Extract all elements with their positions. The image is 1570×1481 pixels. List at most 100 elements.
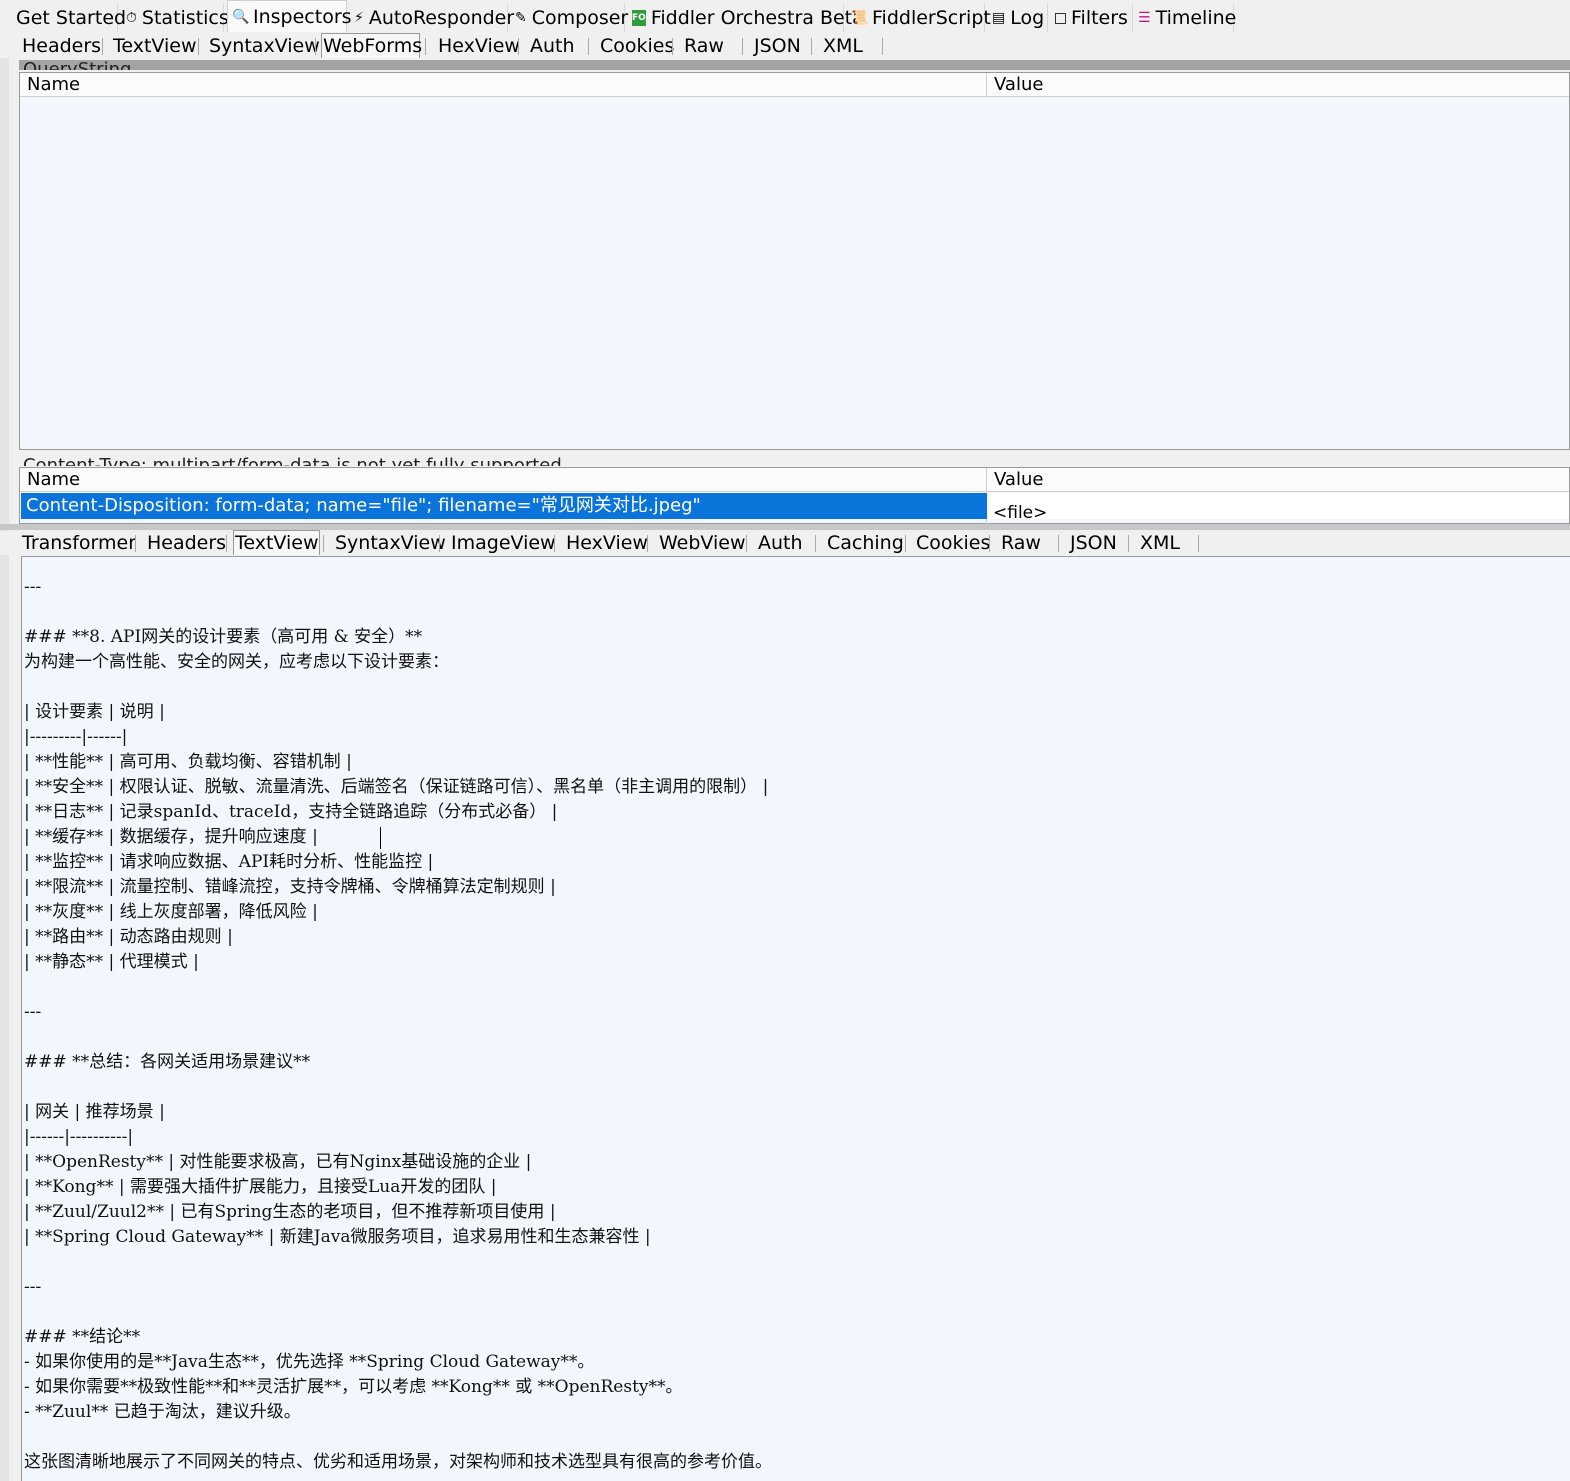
tab-separator	[811, 38, 812, 55]
req-tab-cookies[interactable]: Cookies	[599, 34, 674, 58]
resp-tab-headers[interactable]: Headers	[146, 531, 226, 555]
text-line: ### **8. API网关的设计要素（高可用 & 安全）**	[24, 627, 423, 647]
resp-tab-caching[interactable]: Caching	[826, 531, 904, 555]
grid-header: Name Value	[20, 73, 1569, 97]
tab-label: Inspectors	[253, 5, 352, 28]
tab-autoresponder[interactable]: ⚡ AutoResponder	[350, 4, 514, 32]
body-grid[interactable]: Name Value Content-Disposition: form-dat…	[19, 467, 1570, 524]
response-inspector-tabs: Transformer Headers TextView SyntaxView …	[0, 530, 1570, 555]
req-tab-xml[interactable]: XML	[822, 34, 863, 58]
text-line: ---	[24, 577, 42, 597]
resp-tab-cookies[interactable]: Cookies	[915, 531, 990, 555]
tab-log[interactable]: ▤ Log	[988, 4, 1048, 32]
tab-separator	[554, 535, 555, 552]
text-line: 为构建一个高性能、安全的网关，应考虑以下设计要素：	[24, 652, 449, 672]
table-row-selected[interactable]: Content-Disposition: form-data; name="fi…	[21, 493, 987, 519]
tab-separator	[815, 535, 816, 552]
text-line: | **Zuul/Zuul2** | 已有Spring生态的老项目，但不推荐新项…	[24, 1202, 556, 1222]
req-tab-raw[interactable]: Raw	[683, 34, 724, 58]
tab-separator	[439, 535, 440, 552]
tab-timeline[interactable]: ☰ Timeline	[1134, 4, 1237, 32]
tab-statistics[interactable]: ⏱ Statistics	[122, 4, 229, 32]
text-line: ### **结论**	[24, 1327, 141, 1347]
table-cell-value[interactable]: <file>	[989, 493, 1569, 519]
tab-separator	[1058, 535, 1059, 552]
resp-tab-auth[interactable]: Auth	[757, 531, 803, 555]
tab-composer[interactable]: ✎ Composer	[511, 4, 628, 32]
tab-separator	[672, 38, 673, 55]
resp-tab-json[interactable]: JSON	[1069, 531, 1117, 555]
body-section-title-text: Content-Type: multipart/form-data is not…	[23, 455, 562, 467]
req-tab-headers[interactable]: Headers	[21, 34, 101, 58]
text-line: | **Spring Cloud Gateway** | 新建Java微服务项目…	[24, 1227, 651, 1247]
tab-label: FiddlerScript	[872, 7, 991, 29]
text-line: - 如果你使用的是**Java生态**，优先选择 **Spring Cloud …	[24, 1352, 595, 1372]
text-line: ---	[24, 1002, 42, 1022]
tab-separator	[882, 38, 883, 55]
tab-separator	[226, 535, 227, 552]
tab-label: Log	[1010, 7, 1045, 29]
text-line: | **OpenResty** | 对性能要求极高，已有Nginx基础设施的企业…	[24, 1152, 532, 1172]
req-tab-syntaxview[interactable]: SyntaxView	[208, 34, 320, 58]
left-edge-bar	[0, 34, 9, 1481]
resp-tab-syntaxview[interactable]: SyntaxView	[334, 531, 446, 555]
tab-get-started[interactable]: Get Started	[12, 4, 126, 32]
querystring-grid[interactable]: Name Value	[19, 72, 1570, 450]
response-textview[interactable]: --- ### **8. API网关的设计要素（高可用 & 安全）** 为构建一…	[21, 556, 1570, 1481]
tab-fiddler-orchestra[interactable]: FO Fiddler Orchestra Beta	[628, 4, 864, 32]
querystring-title-text: QueryString	[23, 61, 131, 71]
req-tab-textview[interactable]: TextView	[112, 34, 197, 58]
tab-separator	[742, 38, 743, 55]
main-tab-strip: Get Started ⏱ Statistics 🔍 Inspectors ⚡ …	[0, 0, 1570, 34]
text-line: ### **总结：各网关适用场景建议**	[24, 1052, 311, 1072]
tab-separator	[1128, 535, 1129, 552]
text-line: | **缓存** | 数据缓存，提升响应速度 |	[24, 827, 318, 847]
resp-tab-xml[interactable]: XML	[1139, 531, 1180, 555]
tab-inspectors[interactable]: 🔍 Inspectors	[227, 0, 352, 32]
checkbox-icon	[1055, 12, 1066, 24]
req-tab-webforms[interactable]: WebForms	[321, 33, 422, 58]
tab-separator	[1198, 535, 1199, 552]
request-inspector-tabs: Headers TextView SyntaxView WebForms Hex…	[0, 33, 1570, 58]
text-line: | **路由** | 动态路由规则 |	[24, 927, 233, 947]
resp-tab-webview[interactable]: WebView	[658, 531, 746, 555]
tab-separator	[323, 535, 324, 552]
tab-fiddlerscript[interactable]: 📜 FiddlerScript	[847, 4, 991, 32]
text-line: ---	[24, 1277, 42, 1297]
log-icon: ▤	[992, 10, 1006, 26]
req-tab-hexview[interactable]: HexView	[437, 34, 520, 58]
text-line: - **Zuul** 已趋于淘汰，建议升级。	[24, 1402, 301, 1422]
tab-separator	[135, 535, 136, 552]
tab-separator	[518, 38, 519, 55]
grid-header: Name Value	[20, 468, 1569, 524]
querystring-title: QueryString	[19, 60, 1570, 70]
col-value-header[interactable]: Value	[987, 73, 1569, 97]
col-value-header[interactable]: Value	[987, 468, 1569, 492]
tab-filters[interactable]: Filters	[1051, 4, 1133, 32]
resp-tab-hexview[interactable]: HexView	[565, 531, 648, 555]
stopwatch-icon: ⏱	[126, 10, 137, 26]
tab-separator	[198, 38, 199, 55]
col-name-header[interactable]: Name	[20, 468, 986, 492]
text-line: | **限流** | 流量控制、错峰流控，支持令牌桶、令牌桶算法定制规则 |	[24, 877, 556, 897]
col-name-header[interactable]: Name	[20, 73, 986, 97]
text-line: | **灰度** | 线上灰度部署，降低风险 |	[24, 902, 318, 922]
text-line: 这张图清晰地展示了不同网关的特点、优劣和适用场景，对架构师和技术选型具有很高的参…	[24, 1452, 772, 1472]
tab-separator	[746, 535, 747, 552]
magnifier-icon: 🔍	[232, 8, 250, 25]
text-line: | **日志** | 记录spanId、traceId，支持全链路追踪（分布式必…	[24, 802, 558, 822]
req-tab-auth[interactable]: Auth	[529, 34, 575, 58]
resp-tab-imageview[interactable]: ImageView	[450, 531, 556, 555]
text-line: | **性能** | 高可用、负载均衡、容错机制 |	[24, 752, 352, 772]
resp-tab-textview[interactable]: TextView	[233, 530, 320, 555]
tab-separator	[425, 38, 426, 55]
tab-label: Fiddler Orchestra Beta	[650, 7, 864, 29]
resp-tab-raw[interactable]: Raw	[1000, 531, 1041, 555]
text-line: | **静态** | 代理模式 |	[24, 952, 199, 972]
fo-icon: FO	[632, 10, 646, 26]
text-line: | **安全** | 权限认证、脱敏、流量清洗、后端签名（保证链路可信）、黑名单…	[24, 777, 769, 797]
resp-tab-transformer[interactable]: Transformer	[21, 531, 136, 555]
tab-label: Timeline	[1155, 7, 1237, 29]
req-tab-json[interactable]: JSON	[753, 34, 801, 58]
tab-separator	[102, 38, 103, 55]
